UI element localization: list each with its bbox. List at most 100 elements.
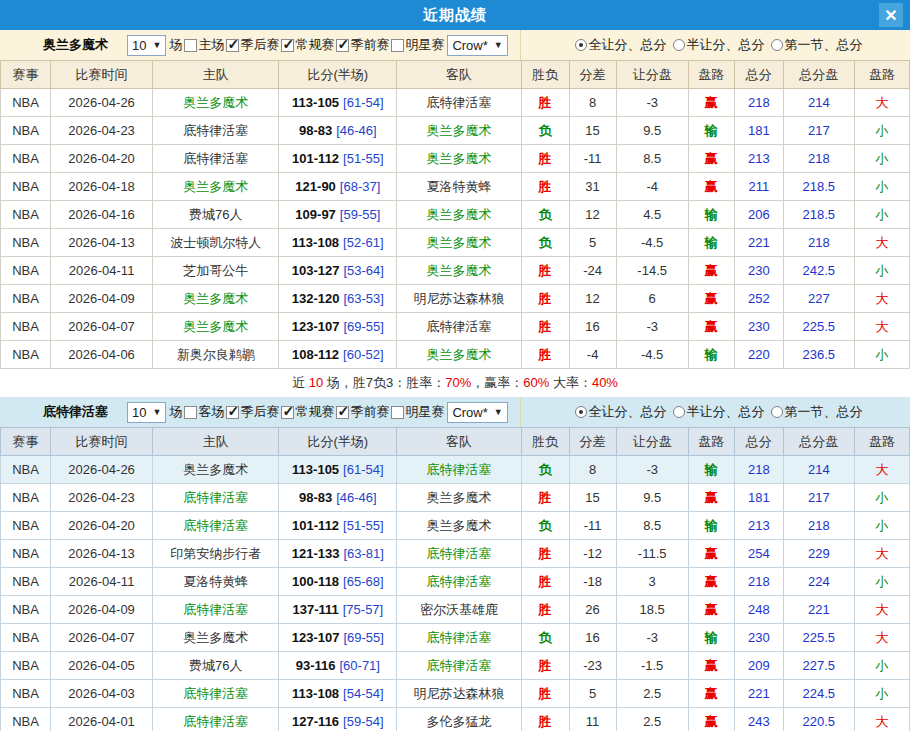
total-line-cell: 218.5: [783, 173, 854, 201]
game-row: NBA2026-04-07奥兰多魔术123-107[69-55]底特律活塞胜16…: [1, 313, 910, 341]
odds-source-select[interactable]: Crow*▼: [447, 402, 507, 423]
filter-checkbox-2[interactable]: [281, 39, 294, 52]
game-row: NBA2026-04-05费城76人93-116[60-71]底特律活塞胜-23…: [1, 652, 910, 680]
point-diff-cell: 11: [569, 708, 616, 731]
date-cell: 2026-04-26: [51, 89, 153, 117]
half-score: [54-54]: [343, 686, 383, 701]
filter-checkbox-0[interactable]: [184, 406, 197, 419]
total-result-cell: 小: [854, 568, 909, 596]
odds-source-value: Crow*: [452, 405, 487, 420]
home-team-cell: 印第安纳步行者: [153, 540, 279, 568]
league-cell: NBA: [1, 201, 51, 229]
filter-bar-right: 全让分、总分半让分、总分第一节、总分: [521, 397, 910, 427]
total-line-cell: 229: [783, 540, 854, 568]
home-team-cell: 底特律活塞: [153, 708, 279, 731]
away-team-cell: 夏洛特黄蜂: [397, 173, 521, 201]
point-diff-cell: 26: [569, 596, 616, 624]
away-team-cell: 明尼苏达森林狼: [397, 680, 521, 708]
score-cell: 101-112[51-55]: [279, 512, 397, 540]
column-header: 总分盘: [783, 61, 854, 89]
filter-checkbox-2[interactable]: [281, 406, 294, 419]
result-cell: 胜: [521, 568, 569, 596]
total-line-cell: 218: [783, 512, 854, 540]
scope-radio-0[interactable]: [575, 406, 587, 418]
total-result-cell: 小: [854, 484, 909, 512]
scope-radio-1[interactable]: [673, 39, 685, 51]
date-cell: 2026-04-01: [51, 708, 153, 731]
total-line-cell: 218: [783, 145, 854, 173]
filter-checkbox-4[interactable]: [391, 39, 404, 52]
game-row: NBA2026-04-07奥兰多魔术123-107[69-55]底特律活塞负16…: [1, 624, 910, 652]
scope-radio-0[interactable]: [575, 39, 587, 51]
away-team-cell: 奥兰多魔术: [397, 201, 521, 229]
half-score: [59-54]: [343, 714, 383, 729]
league-cell: NBA: [1, 117, 51, 145]
away-team-cell: 底特律活塞: [397, 568, 521, 596]
games-count-select[interactable]: 10▼: [127, 402, 166, 423]
filter-checkbox-1[interactable]: [226, 406, 239, 419]
date-cell: 2026-04-18: [51, 173, 153, 201]
game-row: NBA2026-04-26奥兰多魔术113-105[61-54]底特律活塞负8-…: [1, 456, 910, 484]
result-cell: 负: [521, 201, 569, 229]
dialog-title: 近期战绩: [423, 6, 487, 25]
filter-checkbox-1[interactable]: [226, 39, 239, 52]
scope-radio-label: 半让分、总分: [687, 403, 765, 421]
handicap-result-cell: 赢: [688, 145, 734, 173]
dialog-titlebar: 近期战绩 ✕: [0, 0, 910, 30]
total-result-cell: 小: [854, 341, 909, 369]
total-points-cell: 243: [734, 708, 783, 731]
filter-checkbox-label: 常规赛: [295, 36, 334, 54]
point-diff-cell: -24: [569, 257, 616, 285]
game-row: NBA2026-04-01底特律活塞127-116[59-54]多伦多猛龙胜11…: [1, 708, 910, 731]
games-count-select[interactable]: 10▼: [127, 35, 166, 56]
total-result-cell: 小: [854, 257, 909, 285]
final-score: 98-83: [299, 490, 332, 505]
column-header: 赛事: [1, 61, 51, 89]
filter-checkbox-label: 季后赛: [240, 36, 279, 54]
scope-radio-2[interactable]: [771, 39, 783, 51]
final-score: 137-111: [292, 602, 338, 617]
total-line-cell: 214: [783, 456, 854, 484]
half-score: [46-46]: [336, 490, 376, 505]
odds-source-select[interactable]: Crow*▼: [447, 35, 507, 56]
column-header: 比赛时间: [51, 61, 153, 89]
date-cell: 2026-04-11: [51, 568, 153, 596]
handicap-line-cell: -4.5: [616, 229, 688, 257]
record-summary: 近 10 场，胜7负3：胜率：70%，赢率：60% 大率：40%: [0, 369, 910, 397]
away-team-cell: 底特律活塞: [397, 313, 521, 341]
final-score: 113-105: [292, 462, 339, 477]
result-cell: 胜: [521, 652, 569, 680]
home-team-cell: 奥兰多魔术: [153, 313, 279, 341]
league-cell: NBA: [1, 229, 51, 257]
close-icon[interactable]: ✕: [879, 3, 903, 27]
summary-segment: 近: [292, 375, 309, 390]
handicap-line-cell: 18.5: [616, 596, 688, 624]
column-header: 盘路: [688, 428, 734, 456]
handicap-line-cell: 8.5: [616, 145, 688, 173]
total-result-cell: 小: [854, 201, 909, 229]
league-cell: NBA: [1, 708, 51, 731]
total-line-cell: 227.5: [783, 652, 854, 680]
filter-checkbox-3[interactable]: [336, 406, 349, 419]
final-score: 113-108: [292, 235, 339, 250]
scope-radio-1[interactable]: [673, 406, 685, 418]
half-score: [60-52]: [343, 347, 383, 362]
total-result-cell: 大: [854, 89, 909, 117]
point-diff-cell: 16: [569, 313, 616, 341]
filter-checkbox-3[interactable]: [336, 39, 349, 52]
total-result-cell: 小: [854, 173, 909, 201]
score-cell: 113-108 [52-61]: [279, 229, 397, 257]
total-line-cell: 214: [783, 89, 854, 117]
result-cell: 胜: [521, 708, 569, 731]
summary-segment: 40%: [592, 375, 618, 390]
half-score: [52-61]: [343, 235, 383, 250]
handicap-result-cell: 输: [688, 117, 734, 145]
filter-checkbox-4[interactable]: [391, 406, 404, 419]
point-diff-cell: -18: [569, 568, 616, 596]
filter-checkbox-0[interactable]: [184, 39, 197, 52]
scope-radio-2[interactable]: [771, 406, 783, 418]
game-row: NBA2026-04-20底特律活塞101-112[51-55]奥兰多魔术负-1…: [1, 512, 910, 540]
filter-bar-right: 全让分、总分半让分、总分第一节、总分: [521, 30, 910, 60]
half-score: [65-68]: [343, 574, 383, 589]
home-team-cell: 奥兰多魔术: [153, 624, 279, 652]
